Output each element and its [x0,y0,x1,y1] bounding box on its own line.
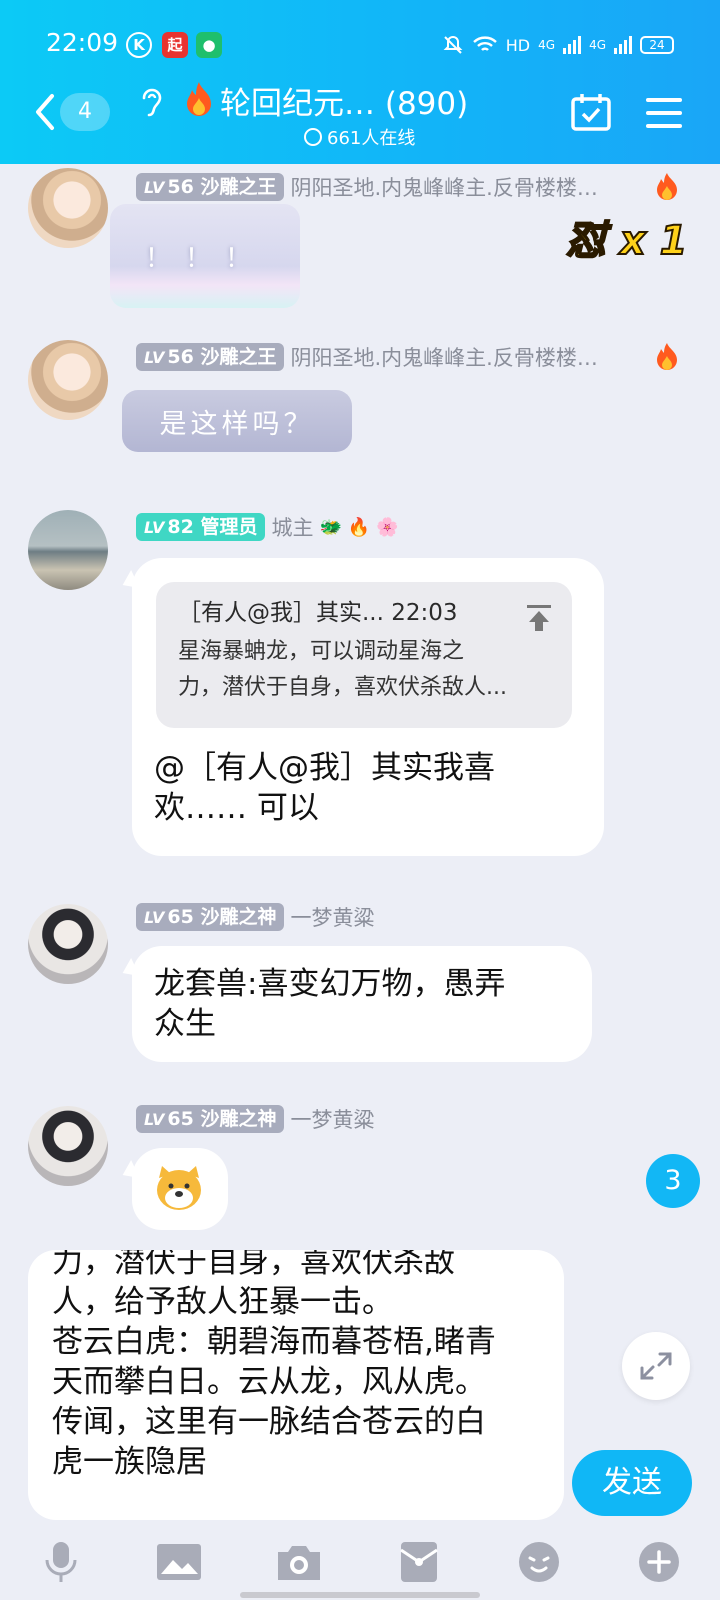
plus-icon[interactable] [636,1540,682,1584]
sticker-message[interactable]: 是这样吗？ [122,390,352,452]
message-item: LV 56 沙雕之王 阴阳圣地.内鬼峰峰主.反骨楼楼… 是这样吗？ [0,334,720,464]
message-line: 龙套兽:喜变幻万物，愚弄 [154,966,506,1002]
expand-icon [640,1352,672,1380]
jump-to-top-icon[interactable] [526,604,552,632]
online-count: 661人在线 [327,128,416,149]
stamp-sticker: 怼 x 1 [565,217,688,265]
sticker-text: 是这样吗？ [159,408,315,440]
microphone-icon[interactable] [38,1540,84,1584]
signal-icon-2 [614,36,632,54]
camera-icon[interactable] [276,1540,322,1584]
sender-title: 城主 [271,516,314,540]
sender-title: 一梦黄粱 [290,1108,375,1132]
text-message-bubble[interactable]: 龙套兽:喜变幻万物，愚弄 众生 [132,946,592,1062]
net-label-2: 4G [589,38,606,52]
quote-header: ［有人@我］其实... 22:03 [178,600,458,626]
sender-title: 阴阳圣地.内鬼峰峰主.反骨楼楼… [290,176,598,200]
sender-meta: LV 56 沙雕之王 阴阳圣地.内鬼峰峰主.反骨楼楼… [136,172,598,202]
input-toolbar [0,1536,720,1586]
level-badge: LV 65 沙雕之神 [136,903,285,931]
menu-icon[interactable] [646,96,682,130]
red-app-icon: 起 [162,32,188,58]
expand-input-button[interactable] [622,1332,690,1400]
net-label-1: 4G [538,38,556,52]
back-icon[interactable] [30,90,58,134]
sender-title: 一梦黄粱 [290,906,375,930]
wifi-icon [472,36,497,51]
check-circle-icon [304,128,322,146]
emoji-message-bubble[interactable] [132,1148,228,1230]
avatar[interactable] [28,168,108,248]
online-status: 661人在线 [304,124,415,150]
message-item: LV 65 沙雕之神 一梦黄粱 [0,1100,720,1230]
message-text: @［有人@我］其实我喜 欢…… 可以 [154,750,495,826]
level-badge: LV 56 沙雕之王 [136,343,285,371]
message-input-text[interactable]: 力，潜伏于自身，喜欢伏杀敌 人，给予敌人狂暴一击。 苍云白虎：朝碧海而暮苍梧,睹… [52,1250,540,1482]
message-item: LV 65 沙雕之神 一梦黄粱 龙套兽:喜变幻万物，愚弄 众生 [0,900,720,1070]
sender-meta: LV 56 沙雕之王 阴阳圣地.内鬼峰峰主.反骨楼楼… [136,342,598,372]
quote-line-1: 星海暴蚺龙，可以调动星海之 [178,639,465,664]
avatar[interactable] [28,510,108,590]
reply-message-bubble[interactable]: ［有人@我］其实... 22:03 星海暴蚺龙，可以调动星海之 力，潜伏于自身，… [132,558,604,856]
chat-app-icon: ● [196,32,222,58]
red-packet-icon[interactable] [396,1540,442,1584]
earpiece-mode-icon[interactable] [136,84,166,120]
avatar[interactable] [28,1106,108,1186]
battery-icon: 24 [640,36,674,54]
avatar[interactable] [28,340,108,420]
admin-level-badge: LV 82 管理员 [136,513,266,541]
sender-meta: LV 65 沙雕之神 一梦黄粱 [136,902,374,932]
hd-label: HD [505,35,531,55]
mute-bell-icon [443,35,463,54]
fire-icon [657,173,677,200]
new-message-count-badge[interactable]: 3 [646,1154,700,1208]
sticker-text: ！！！ [144,243,265,274]
quote-line-2: 力，潜伏于自身，喜欢伏杀敌人... [178,675,507,700]
fire-badge-icon: 🔥 [347,516,371,538]
unread-count-badge[interactable]: 4 [60,93,110,131]
calendar-check-icon[interactable] [570,92,612,132]
level-badge: LV 65 沙雕之神 [136,1105,285,1133]
quoted-message[interactable]: ［有人@我］其实... 22:03 星海暴蚺龙，可以调动星海之 力，潜伏于自身，… [156,582,572,728]
sender-meta: LV 65 沙雕之神 一梦黄粱 [136,1104,374,1134]
fire-icon [657,343,677,370]
message-item: LV 82 管理员 城主 🐲 🔥 🌸 ［有人@我］其实... 22:03 星海暴蚺… [0,502,720,862]
level-badge: LV 56 沙雕之王 [136,173,285,201]
dragon-badge-icon: 🐲 [319,516,342,538]
dog-emoji-icon [157,1166,201,1210]
group-title[interactable]: 轮回纪元… (890) [220,78,468,123]
signal-icon [563,36,582,54]
status-time: 22:09 [46,28,119,57]
home-indicator[interactable] [240,1592,480,1598]
k-app-icon: K [126,32,152,58]
fire-icon [187,82,211,116]
avatar[interactable] [28,904,108,984]
sticker-message[interactable]: ！！！ [110,204,300,308]
status-icons: HD 4G 4G 24 [442,30,674,60]
emoji-icon[interactable] [516,1540,562,1584]
message-input[interactable]: 力，潜伏于自身，喜欢伏杀敌 人，给予敌人狂暴一击。 苍云白虎：朝碧海而暮苍梧,睹… [28,1250,564,1520]
message-line: 众生 [154,1006,216,1042]
message-item: LV 56 沙雕之王 阴阳圣地.内鬼峰峰主.反骨楼楼… ！！！ 怼 x 1 [0,164,720,314]
image-icon[interactable] [156,1540,202,1584]
status-bar: 22:09 K 起 ● HD 4G 4G 24 [0,22,720,66]
flower-badge-icon: 🌸 [376,516,399,538]
sender-title: 阴阳圣地.内鬼峰峰主.反骨楼楼… [290,346,598,370]
send-button[interactable]: 发送 [572,1450,692,1516]
sender-meta: LV 82 管理员 城主 🐲 🔥 🌸 [136,512,399,542]
chat-header: 22:09 K 起 ● HD 4G 4G 24 4 轮回纪元… (890) 66… [0,0,720,164]
